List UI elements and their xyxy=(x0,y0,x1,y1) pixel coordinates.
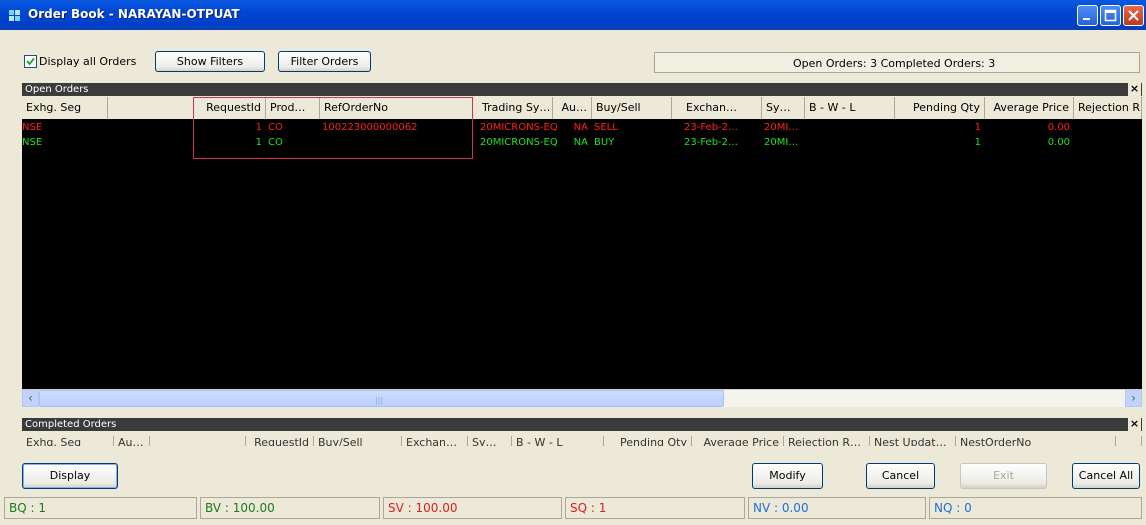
table-cell: SELL xyxy=(594,122,618,133)
display-all-checkbox[interactable] xyxy=(24,55,37,68)
table-cell: 20MI… xyxy=(764,122,799,133)
display-all-label: Display all Orders xyxy=(39,55,137,68)
app-icon xyxy=(9,10,20,21)
table-cell: NA xyxy=(573,137,588,148)
table-row[interactable]: NSE 1 CO 100223000000062 20MICRONS-EQ NA SELL 2… xyxy=(22,122,1142,136)
column-header[interactable]: Trading Sy… xyxy=(478,97,553,119)
completed-orders-title: Completed Orders xyxy=(25,419,117,430)
minimize-button[interactable] xyxy=(1077,5,1098,26)
title-bar[interactable]: Order Book - NARAYAN-OTPUAT xyxy=(0,0,1146,30)
column-header[interactable]: RequestId xyxy=(194,97,266,119)
column-header[interactable]: RefOrderNo xyxy=(320,97,473,119)
status-sv: SV : 100.00 xyxy=(383,497,562,519)
column-header[interactable]: Exhg. Seg xyxy=(22,436,114,446)
table-cell: 20MICRONS-EQ xyxy=(480,137,558,148)
column-header[interactable]: Average Price xyxy=(692,436,784,446)
column-header[interactable]: Nest Updat… xyxy=(870,436,956,446)
scrollbar-thumb[interactable]: ||| xyxy=(39,390,724,407)
table-cell: 0.00 xyxy=(1047,122,1070,133)
grip-icon: ||| xyxy=(375,396,384,405)
cancel-all-button[interactable]: Cancel All xyxy=(1072,463,1140,489)
open-orders-header: Open Orders × xyxy=(22,83,1142,96)
column-header[interactable] xyxy=(1116,436,1142,446)
close-open-orders-button[interactable]: × xyxy=(1128,83,1141,96)
column-header[interactable]: Average Price xyxy=(985,97,1074,119)
show-filters-button[interactable]: Show Filters xyxy=(155,51,265,72)
table-cell: 23-Feb-2… xyxy=(684,122,739,133)
column-header[interactable]: Buy/Sell xyxy=(592,97,672,119)
table-cell: 1 xyxy=(974,122,981,133)
table-cell: 20MICRONS-EQ xyxy=(480,122,558,133)
column-header[interactable]: Rejection R xyxy=(1074,97,1142,119)
column-header[interactable]: Pending Qty xyxy=(895,97,985,119)
checkmark-icon xyxy=(26,57,35,66)
table-cell: 1 xyxy=(974,137,981,148)
maximize-icon xyxy=(1104,9,1117,22)
column-header[interactable]: Prod… xyxy=(266,97,320,119)
close-completed-orders-button[interactable]: × xyxy=(1128,418,1141,431)
status-bq: BQ : 1 xyxy=(4,497,197,519)
column-header[interactable]: Au… xyxy=(114,436,150,446)
status-sq: SQ : 1 xyxy=(565,497,745,519)
column-header[interactable]: Exhg. Seg xyxy=(22,97,108,119)
column-header[interactable]: Rejection R… xyxy=(784,436,870,446)
status-nq: NQ : 0 xyxy=(929,497,1142,519)
open-orders-column-headers: Exhg. Seg RequestId Prod… RefOrderNo Trading… xyxy=(22,97,1142,119)
column-header[interactable]: RequestId xyxy=(246,436,314,446)
table-cell: BUY xyxy=(594,137,615,148)
status-nv: NV : 0.00 xyxy=(748,497,926,519)
open-orders-title: Open Orders xyxy=(25,84,89,95)
table-cell: 1 xyxy=(255,122,262,133)
table-cell: 1 xyxy=(255,137,262,148)
column-header[interactable] xyxy=(150,436,246,446)
column-header[interactable]: B - W - L xyxy=(805,97,895,119)
column-header[interactable]: NestOrderNo xyxy=(956,436,1116,446)
table-cell: NA xyxy=(573,122,588,133)
scroll-right-icon[interactable]: › xyxy=(1125,390,1142,407)
table-cell: CO xyxy=(268,137,283,148)
cancel-button[interactable]: Cancel xyxy=(866,463,935,489)
column-header[interactable]: B - W - L xyxy=(512,436,604,446)
table-cell: 100223000000062 xyxy=(322,122,418,133)
column-header[interactable]: Exchan… xyxy=(402,436,468,446)
status-bar: BQ : 1 BV : 100.00 SV : 100.00 SQ : 1 NV… xyxy=(0,497,1146,525)
completed-orders-column-headers: Exhg. Seg Au… RequestId Buy/Sell Exchan… Sy… B… xyxy=(22,432,1142,446)
completed-orders-header: Completed Orders × xyxy=(22,418,1142,431)
window-title: Order Book - NARAYAN-OTPUAT xyxy=(28,7,240,21)
filter-orders-button[interactable]: Filter Orders xyxy=(278,51,371,72)
table-cell: NSE xyxy=(22,137,43,148)
table-cell: NSE xyxy=(22,122,43,133)
display-button[interactable]: Display xyxy=(22,463,118,489)
table-cell: CO xyxy=(268,122,283,133)
status-bv: BV : 100.00 xyxy=(200,497,380,519)
column-header[interactable]: Au… xyxy=(553,97,592,119)
close-icon xyxy=(1128,10,1139,21)
order-summary-text: Open Orders: 3 Completed Orders: 3 xyxy=(793,57,996,70)
minimize-icon xyxy=(1083,18,1090,20)
column-header[interactable]: Sy… xyxy=(468,436,512,446)
column-header[interactable]: Sy… xyxy=(762,97,805,119)
scroll-left-icon[interactable]: ‹ xyxy=(22,390,39,407)
table-cell: 23-Feb-2… xyxy=(684,137,739,148)
column-header[interactable]: Exchan… xyxy=(682,97,762,119)
modify-button[interactable]: Modify xyxy=(752,463,823,489)
open-orders-grid[interactable]: NSE 1 CO 100223000000062 20MICRONS-EQ NA SELL 2… xyxy=(22,119,1142,389)
column-header[interactable] xyxy=(108,97,194,119)
horizontal-scrollbar[interactable]: ‹ ||| › xyxy=(22,389,1142,407)
maximize-button[interactable] xyxy=(1100,5,1121,26)
exit-button[interactable]: Exit xyxy=(960,463,1047,489)
column-header[interactable]: Pending Qty xyxy=(604,436,692,446)
table-cell: 20MI… xyxy=(764,137,799,148)
close-button[interactable] xyxy=(1123,5,1144,26)
column-header[interactable]: Buy/Sell xyxy=(314,436,402,446)
order-summary-box: Open Orders: 3 Completed Orders: 3 xyxy=(654,52,1140,73)
table-cell: 0.00 xyxy=(1047,137,1070,148)
table-row[interactable]: NSE 1 CO 20MICRONS-EQ NA BUY 23-Feb-2… 20MI… 1 0.… xyxy=(22,137,1142,151)
